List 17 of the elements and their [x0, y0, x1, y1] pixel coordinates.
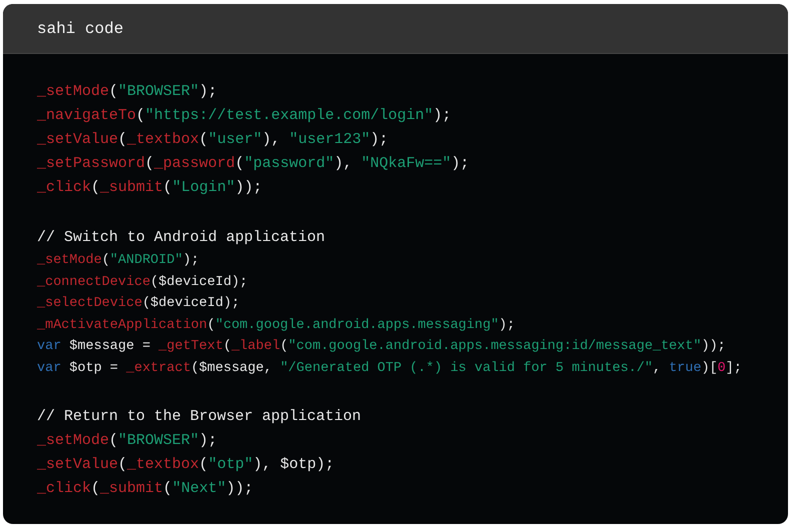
- code-line: _setPassword(_password("password"), "NQkaFw==");: [37, 154, 470, 174]
- code-line: _navigateTo("https://test.example.com/login");: [37, 106, 452, 126]
- code-line: _connectDevice($deviceId);: [37, 274, 248, 292]
- code-comment: // Switch to Android application: [37, 228, 326, 248]
- code-line: _click(_submit("Next"));: [37, 479, 254, 499]
- code-line: var $message = _getText(_label("com.google.android.apps.messaging:id/message_text"));: [37, 338, 726, 356]
- code-line: _setMode("BROWSER");: [37, 431, 218, 451]
- code-line: _selectDevice($deviceId);: [37, 295, 240, 313]
- code-line: _mActivateApplication("com.google.android.apps.messaging");: [37, 316, 515, 334]
- code-line: var $otp = _extract($message, "/Generated OTP (.*) is valid for 5 minutes./", true)[0];: [37, 360, 742, 378]
- code-comment: // Return to the Browser application: [37, 407, 362, 427]
- code-title: sahi code: [37, 20, 124, 38]
- code-line: _click(_submit("Login"));: [37, 178, 262, 198]
- code-line: _setValue(_textbox("otp"), $otp);: [37, 455, 334, 475]
- code-line: _setValue(_textbox("user"), "user123");: [37, 130, 388, 150]
- code-line: _setMode("ANDROID");: [37, 252, 200, 270]
- code-line: _setMode("BROWSER");: [37, 82, 218, 102]
